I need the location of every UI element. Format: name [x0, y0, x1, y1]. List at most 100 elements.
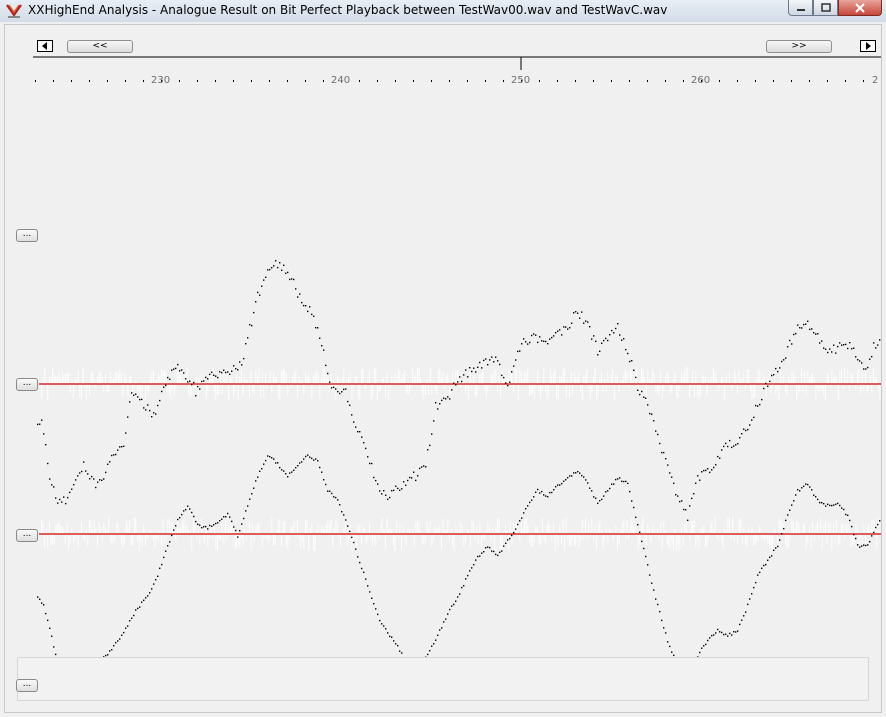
- upper-difference-bar: [543, 368, 545, 384]
- lower-difference-bar: [236, 534, 238, 548]
- upper-trace-sample: [291, 278, 293, 280]
- upper-difference-bar: [418, 367, 420, 384]
- lower-difference-bar: [250, 534, 252, 551]
- lower-trace-sample: [119, 638, 121, 640]
- lower-difference-bar: [561, 534, 562, 544]
- lower-difference-bar: [98, 521, 100, 534]
- upper-trace-sample: [51, 484, 53, 486]
- upper-trace-sample: [677, 495, 679, 497]
- lower-difference-bar: [479, 524, 481, 534]
- lower-difference-bar: [833, 524, 834, 534]
- lower-difference-bar: [167, 519, 169, 534]
- upper-trace-sample: [111, 454, 113, 457]
- upper-trace-sample: [147, 404, 149, 406]
- upper-difference-bar: [666, 371, 668, 384]
- lower-trace-sample: [245, 510, 247, 512]
- lower-difference-bar: [127, 525, 129, 534]
- close-button[interactable]: [838, 0, 882, 16]
- upper-difference-bar: [73, 384, 74, 398]
- lower-trace-sample: [541, 490, 543, 493]
- minimize-button[interactable]: [788, 0, 813, 16]
- upper-difference-bar: [476, 384, 478, 398]
- upper-difference-bar: [497, 384, 498, 393]
- upper-difference-bar: [487, 384, 489, 393]
- upper-difference-bar: [802, 384, 804, 392]
- lower-difference-bar: [612, 534, 614, 541]
- upper-difference-bar: [692, 370, 694, 384]
- upper-difference-bar: [877, 384, 879, 389]
- upper-difference-bar: [833, 378, 834, 384]
- bottom-options-button[interactable]: ...: [16, 679, 38, 692]
- lower-difference-bar: [793, 521, 794, 534]
- lower-difference-bar: [698, 534, 700, 549]
- upper-trace-sample: [287, 271, 289, 274]
- lower-trace-sample: [197, 523, 199, 525]
- lower-trace-sample: [547, 496, 549, 498]
- upper-difference-bar: [369, 370, 370, 384]
- upper-trace-sample: [757, 405, 759, 407]
- upper-trace-sample: [539, 336, 541, 338]
- upper-difference-bar: [570, 371, 572, 384]
- upper-trace-sample: [379, 490, 381, 492]
- lower-difference-bar: [343, 528, 345, 534]
- upper-difference-bar: [274, 376, 276, 384]
- upper-difference-bar: [769, 372, 770, 384]
- lower-trace-sample: [867, 544, 869, 546]
- lower-trace-sample: [199, 524, 201, 526]
- lower-difference-bar: [804, 522, 806, 534]
- lower-difference-bar: [871, 519, 873, 534]
- lower-difference-bar: [289, 534, 290, 540]
- scroll-left-button[interactable]: [37, 40, 53, 52]
- channel-options-button-1[interactable]: ...: [16, 229, 38, 242]
- upper-trace-sample: [429, 444, 431, 447]
- upper-trace-sample: [623, 338, 625, 340]
- upper-difference-bar: [522, 378, 524, 384]
- lower-trace-sample: [327, 490, 329, 492]
- lower-difference-bar: [869, 529, 871, 534]
- upper-trace-sample: [311, 313, 313, 316]
- lower-difference-bar: [378, 534, 380, 539]
- upper-difference-bar: [482, 367, 484, 384]
- upper-trace-sample: [303, 304, 305, 307]
- lower-difference-bar: [165, 534, 167, 539]
- upper-trace-sample: [261, 285, 263, 287]
- lower-trace-sample: [149, 592, 151, 594]
- title-bar[interactable]: XXHighEnd Analysis - Analogue Result on …: [0, 0, 886, 22]
- lower-difference-bar: [847, 527, 849, 534]
- upper-trace-sample: [355, 426, 357, 428]
- lower-trace-sample: [701, 647, 703, 649]
- upper-difference-bar: [834, 374, 836, 384]
- upper-difference-bar: [388, 384, 390, 401]
- lower-difference-bar: [349, 524, 351, 534]
- maximize-button[interactable]: [813, 0, 838, 16]
- scroll-right-button[interactable]: [860, 40, 876, 52]
- lower-difference-bar: [225, 520, 226, 534]
- lower-difference-bar: [567, 534, 569, 541]
- upper-trace-sample: [167, 376, 169, 379]
- lower-trace-sample: [275, 462, 277, 464]
- upper-trace-sample: [139, 398, 141, 401]
- upper-trace-sample: [737, 443, 739, 445]
- lower-difference-bar: [777, 534, 778, 543]
- lower-difference-bar: [839, 534, 841, 544]
- lower-difference-bar: [207, 534, 209, 547]
- upper-difference-bar: [850, 372, 852, 384]
- lower-difference-bar: [620, 528, 622, 534]
- waveform-plot-area[interactable]: [5, 85, 881, 675]
- channel-options-button-2[interactable]: ...: [16, 378, 38, 391]
- page-back-button[interactable]: <<: [67, 40, 133, 53]
- upper-trace-sample: [373, 476, 375, 479]
- upper-difference-bar: [55, 375, 57, 384]
- lower-difference-bar: [409, 528, 410, 534]
- upper-trace-sample: [569, 327, 571, 329]
- lower-trace-sample: [787, 514, 789, 516]
- upper-difference-bar: [650, 379, 652, 384]
- channel-options-button-3[interactable]: ...: [16, 529, 38, 542]
- lower-difference-bar: [279, 519, 281, 534]
- lower-difference-bar: [727, 517, 729, 534]
- upper-trace-sample: [171, 369, 173, 371]
- page-forward-button[interactable]: >>: [766, 40, 832, 53]
- lower-difference-bar: [532, 534, 534, 548]
- lower-difference-bar: [679, 534, 681, 551]
- upper-difference-bar: [746, 369, 748, 384]
